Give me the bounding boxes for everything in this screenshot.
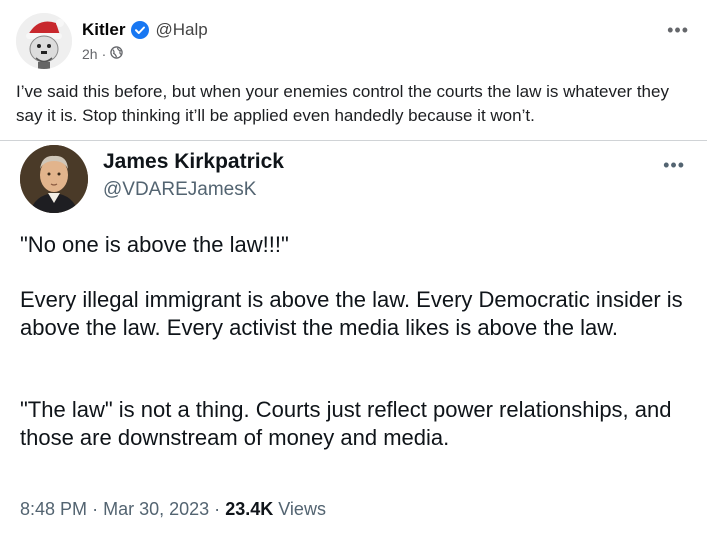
author-handle[interactable]: @Halp bbox=[155, 20, 207, 40]
more-horizontal-icon: ••• bbox=[667, 20, 689, 40]
meta-separator: · bbox=[101, 46, 107, 62]
globe-icon bbox=[110, 46, 123, 62]
tweet-paragraph: Every illegal immigrant is above the law… bbox=[20, 287, 683, 340]
author-name[interactable]: Kitler bbox=[82, 20, 125, 40]
avatar-illustration-icon bbox=[16, 13, 72, 69]
tweet-paragraph: "The law" is not a thing. Courts just re… bbox=[20, 397, 672, 450]
post-timestamp[interactable]: 2h bbox=[82, 46, 98, 62]
tweet-author-handle[interactable]: @VDAREJamesK bbox=[103, 179, 256, 201]
portrait-avatar-icon bbox=[20, 145, 88, 213]
tweet-paragraph: "No one is above the law!!!" bbox=[20, 232, 289, 257]
more-options-button[interactable]: ••• bbox=[667, 20, 689, 41]
post-meta: 2h · bbox=[82, 46, 123, 62]
tweet-author-avatar[interactable] bbox=[20, 145, 88, 213]
avatar[interactable] bbox=[16, 13, 72, 69]
post-author-row: Kitler @Halp bbox=[82, 18, 208, 42]
verified-badge-icon bbox=[131, 21, 150, 39]
facebook-post: Kitler @Halp 2h · ••• I’ve said this bef… bbox=[0, 0, 707, 543]
views-count: 23.4K bbox=[225, 499, 274, 519]
meta-separator: · bbox=[214, 499, 221, 519]
embedded-tweet[interactable]: James Kirkpatrick @VDAREJamesK ••• "No o… bbox=[0, 140, 707, 543]
tweet-author-name[interactable]: James Kirkpatrick bbox=[103, 150, 284, 174]
meta-separator: · bbox=[92, 499, 99, 519]
tweet-time[interactable]: 8:48 PM bbox=[20, 499, 87, 519]
tweet-meta: 8:48 PM · Mar 30, 2023 · 23.4K Views bbox=[20, 499, 326, 520]
tweet-date[interactable]: Mar 30, 2023 bbox=[103, 499, 209, 519]
more-horizontal-icon: ••• bbox=[663, 155, 685, 175]
views-label: Views bbox=[278, 499, 326, 519]
tweet-more-button[interactable]: ••• bbox=[663, 155, 685, 176]
post-text: I’ve said this before, but when your ene… bbox=[16, 82, 669, 125]
